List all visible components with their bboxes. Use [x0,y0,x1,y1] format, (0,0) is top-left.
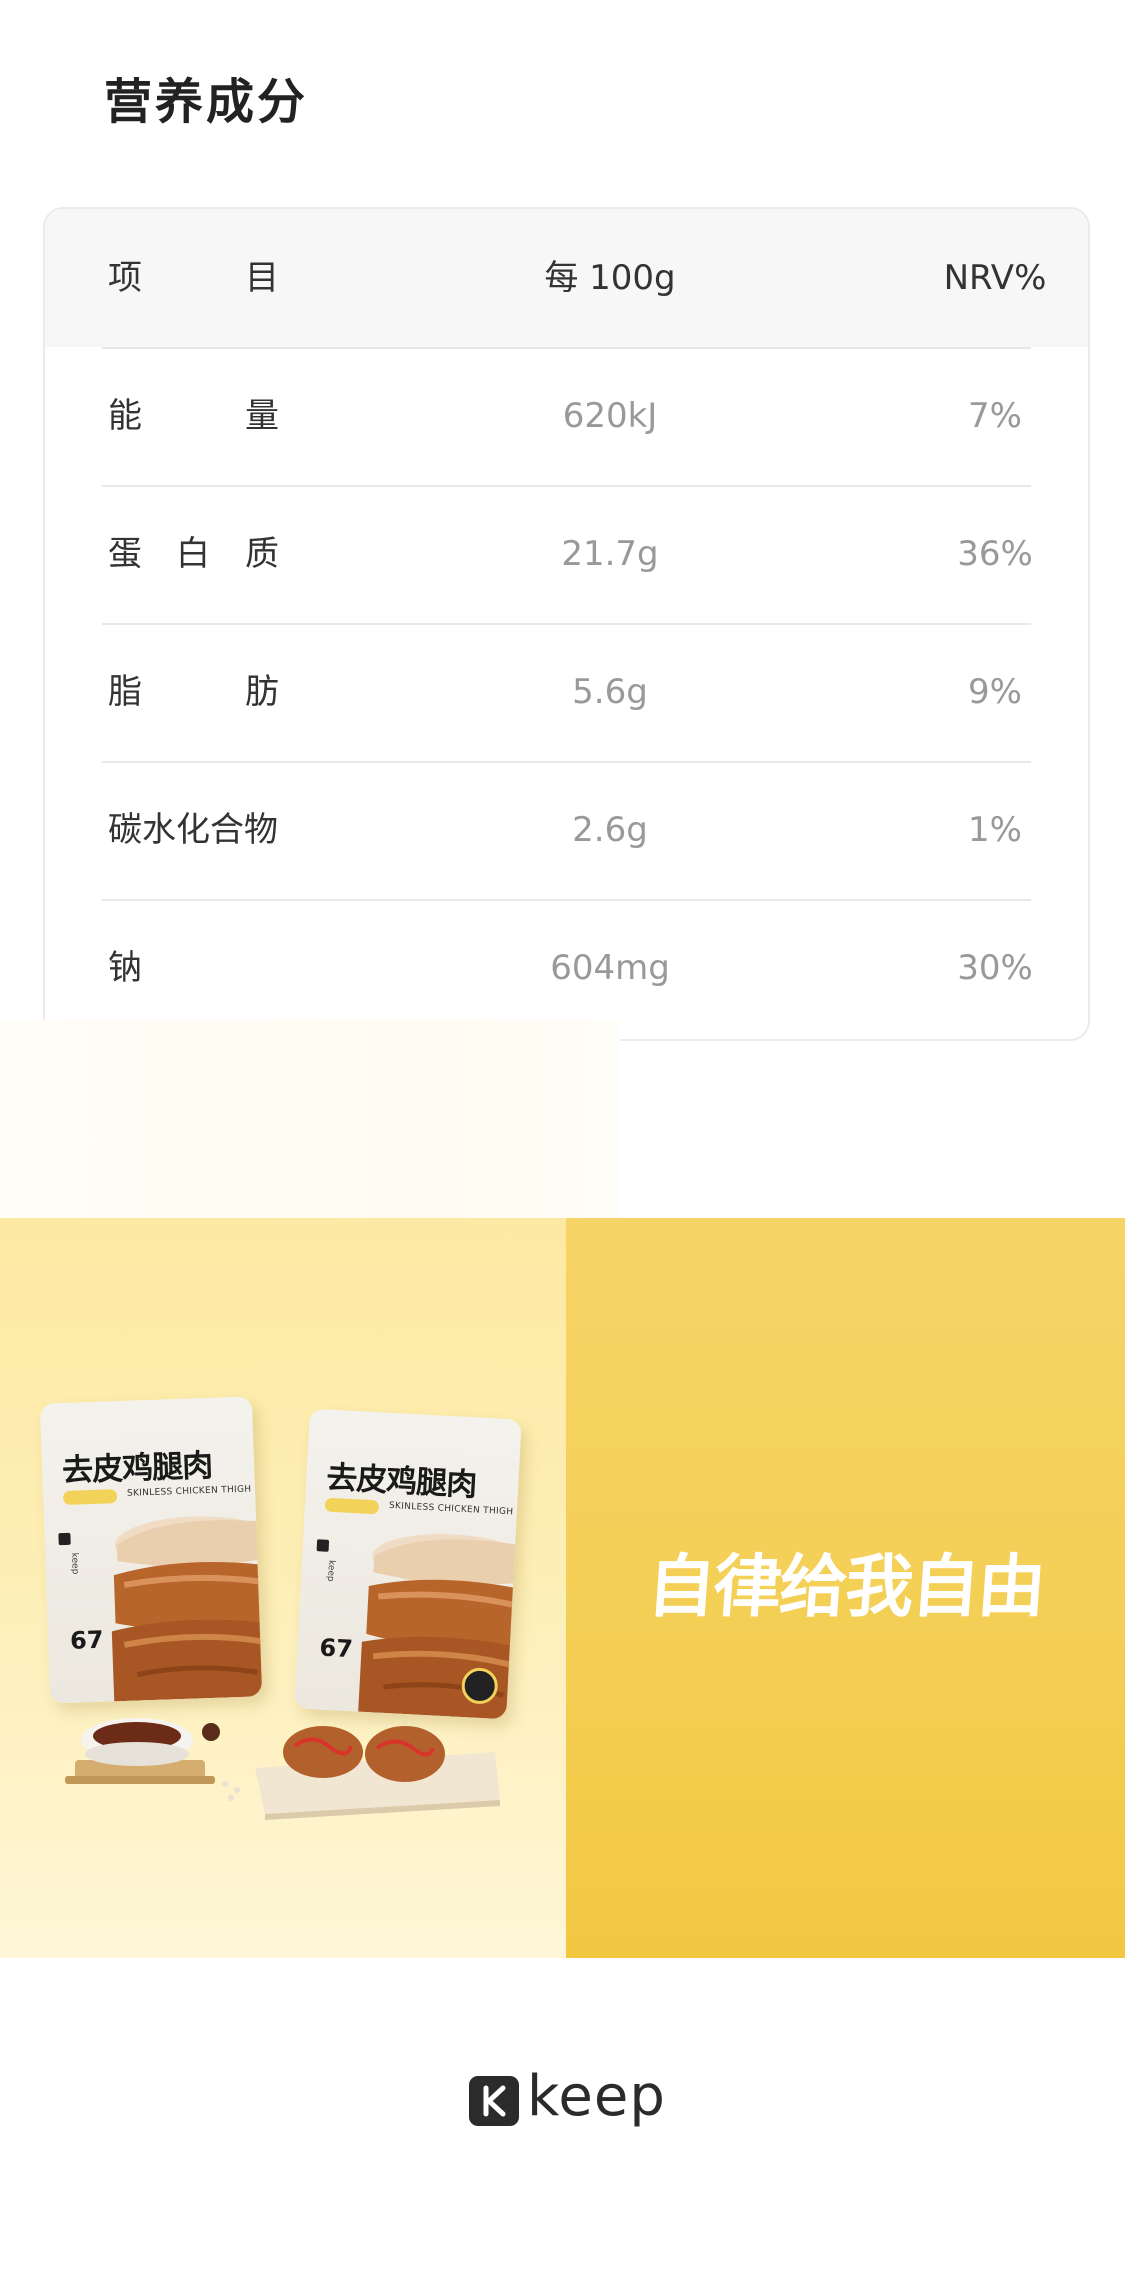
background-sheen [0,1020,620,1220]
nutrient-nrv: 9% [968,672,1022,712]
row-divider [102,623,1031,625]
nutrient-name-char: 质 [245,534,279,574]
nutrient-name-char: 蛋 [108,534,142,574]
nutrient-name: 碳水化合物 [108,810,278,850]
table-row: 碳水化合物 2.6g 1% [45,761,1088,899]
nutrient-name-char: 脂 [108,672,142,712]
header-per-100g: 每 100g [544,258,676,298]
pack-subtitle: SKINLESS CHICKEN THIGH [388,1500,514,1518]
nutrient-per-100g: 5.6g [572,672,648,712]
nutrient-nrv: 30% [957,948,1033,988]
nutrient-name-char: 白 [176,534,210,574]
pack-title: 去皮鸡腿肉 [325,1459,478,1504]
nutrient-per-100g: 2.6g [572,810,648,850]
page-title: 营养成分 [104,74,309,130]
keep-k-logo-icon [316,1539,330,1552]
brand-name: keep [527,2064,666,2129]
table-header-row: 项 目 每 100g NRV% [45,209,1088,347]
nutrient-per-100g: 21.7g [561,534,659,574]
row-divider [102,347,1031,349]
nutrient-nrv: 1% [968,810,1022,850]
table-row: 脂 肪 5.6g 9% [45,623,1088,761]
nutrient-name: 钠 [108,948,142,988]
header-nrv: NRV% [943,258,1047,298]
keep-k-logo-icon [469,2076,519,2126]
pack-kcal: 67 [318,1633,354,1664]
header-item-char: 项 [108,258,142,298]
table-row: 钠 604mg 30% [45,899,1088,1037]
row-divider [102,899,1031,901]
table-row: 蛋 白 质 21.7g 36% [45,485,1088,623]
slogan-text: 自律给我自由 [644,1548,1047,1627]
header-item: 项 目 [108,209,296,347]
pack-side-brand: keep [69,1552,80,1575]
keep-k-logo-icon [58,1532,71,1546]
table-row: 能 量 620kJ 7% [45,347,1088,485]
nutrient-name: 能 量 [108,347,296,485]
sauce-and-chicken-plates [65,1718,500,1820]
nutrient-name: 蛋 白 质 [108,485,296,623]
pack-flavor-tag [324,1497,380,1515]
row-divider [102,761,1031,763]
row-divider [102,485,1031,487]
nutrition-table: 项 目 每 100g NRV% 能 量 620kJ 7% 蛋 白 质 21.7g… [43,207,1090,1041]
header-item-char: 目 [245,258,279,298]
pack-title: 去皮鸡腿肉 [61,1447,213,1490]
pack-kcal: 67 [69,1625,104,1655]
chicken-meat-image [111,1516,263,1702]
nutrient-per-100g: 620kJ [562,396,658,436]
nutrient-nrv: 7% [968,396,1022,436]
product-pack: 去皮鸡腿肉 SKINLESS CHICKEN THIGH keep 67 [294,1408,522,1720]
nutrient-nrv: 36% [957,534,1033,574]
pack-side-brand: keep [324,1559,337,1582]
slogan-panel: 自律给我自由 [566,1218,1125,1958]
nutrient-name-char: 量 [245,396,279,436]
product-photo: 去皮鸡腿肉 SKINLESS CHICKEN THIGH keep 67 去皮鸡… [0,1218,566,1958]
promo-banner: 去皮鸡腿肉 SKINLESS CHICKEN THIGH keep 67 去皮鸡… [0,1218,1125,1958]
nutrient-name: 脂 肪 [108,623,296,761]
keep-logo: keep [469,2064,669,2136]
nutrient-name-char: 能 [108,396,142,436]
pack-flavor-tag [62,1489,118,1506]
nutrient-per-100g: 604mg [550,948,670,988]
product-pack: 去皮鸡腿肉 SKINLESS CHICKEN THIGH keep 67 [39,1396,263,1704]
nutrient-name-char: 肪 [245,672,279,712]
